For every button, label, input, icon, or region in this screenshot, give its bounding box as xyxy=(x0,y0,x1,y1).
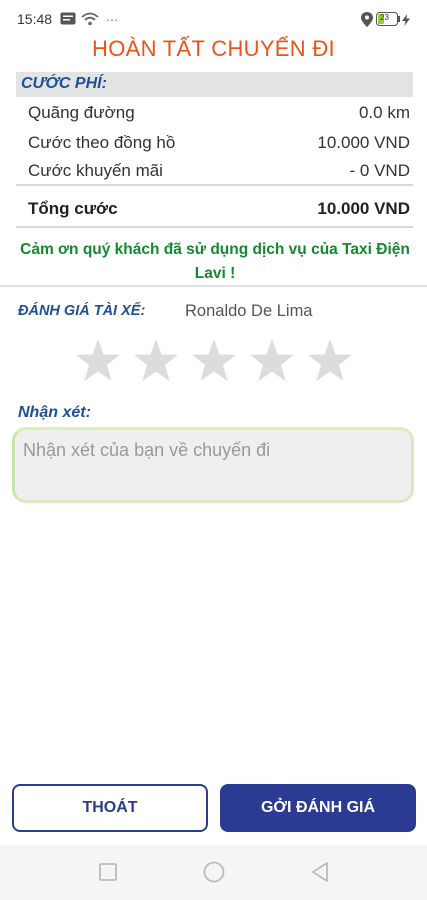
star-rating xyxy=(74,337,356,387)
more-icon: ⋯ xyxy=(106,13,118,27)
fare-header-label: CƯỚC PHÍ: xyxy=(21,75,107,92)
fare-section-header: CƯỚC PHÍ: xyxy=(16,72,413,97)
fare-total-label: Tổng cước xyxy=(28,199,118,218)
star-3-icon[interactable] xyxy=(190,337,238,385)
star-5-icon[interactable] xyxy=(306,337,354,385)
submit-rating-button[interactable]: GỞI ĐÁNH GIÁ xyxy=(220,784,416,832)
message-icon xyxy=(60,12,76,30)
star-4-icon[interactable] xyxy=(248,337,296,385)
charging-icon xyxy=(402,13,410,31)
thanks-message: Cảm ơn quý khách đã sử dụng dịch vụ của … xyxy=(20,241,410,282)
wifi-icon xyxy=(81,12,99,31)
star-2-icon[interactable] xyxy=(132,337,180,385)
comment-box xyxy=(12,427,414,503)
page-title: HOÀN TẤT CHUYẾN ĐI xyxy=(92,36,335,61)
divider xyxy=(16,184,413,186)
system-nav-bar xyxy=(0,845,427,900)
fare-total-value: 10.000 VND xyxy=(317,199,410,218)
divider xyxy=(16,226,413,228)
fare-row-value: 10.000 VND xyxy=(317,133,410,152)
comment-input[interactable] xyxy=(23,440,403,496)
status-bar: 15:48 ⋯ 23 xyxy=(0,0,427,38)
star-1-icon[interactable] xyxy=(74,337,122,385)
exit-button[interactable]: THOÁT xyxy=(12,784,208,832)
recents-icon[interactable] xyxy=(99,863,117,886)
location-icon xyxy=(361,12,373,32)
status-time: 15:48 xyxy=(17,11,53,27)
divider xyxy=(0,285,427,287)
comment-label: Nhận xét: xyxy=(18,404,91,421)
fare-row-value: - 0 VND xyxy=(349,161,410,180)
battery-level: 23 xyxy=(380,13,389,22)
fare-row-value: 0.0 km xyxy=(358,103,410,122)
fare-row-label: Cước theo đồng hồ xyxy=(28,133,176,152)
rate-driver-label: ĐÁNH GIÁ TÀI XẾ: xyxy=(18,303,146,319)
fare-row-label: Cước khuyến mãi xyxy=(28,161,163,180)
fare-row-label: Quãng đường xyxy=(28,103,135,122)
home-icon[interactable] xyxy=(203,861,225,888)
driver-name: Ronaldo De Lima xyxy=(185,302,313,320)
back-icon[interactable] xyxy=(311,862,329,887)
